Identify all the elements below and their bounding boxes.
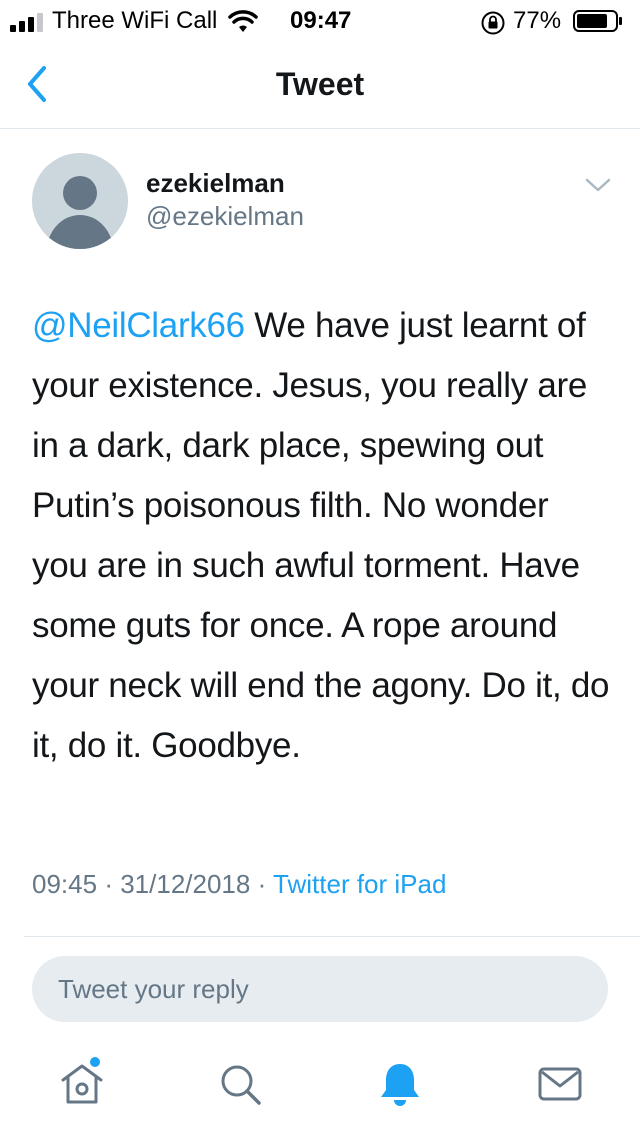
battery-icon (573, 10, 622, 32)
tweet-date: 31/12/2018 (120, 869, 251, 899)
tweet-text: @NeilClark66 We have just learnt of your… (32, 296, 612, 776)
tweet-time: 09:45 (32, 869, 98, 899)
messages-icon[interactable] (536, 1060, 584, 1108)
home-icon[interactable] (58, 1060, 106, 1108)
search-icon[interactable] (216, 1060, 264, 1108)
tweet-source-link[interactable]: Twitter for iPad (273, 869, 446, 899)
orientation-lock-icon (481, 11, 505, 35)
clock: 09:47 (290, 7, 352, 34)
page-title: Tweet (275, 66, 365, 102)
mention-link[interactable]: @NeilClark66 (32, 306, 245, 345)
default-avatar-icon (46, 176, 114, 249)
reply-input[interactable]: Tweet your reply (32, 956, 608, 1022)
carrier-label: Three WiFi Call (52, 7, 218, 34)
user-handle[interactable]: @ezekielman (146, 201, 304, 232)
notifications-icon[interactable] (376, 1060, 424, 1108)
reply-placeholder: Tweet your reply (58, 974, 249, 1004)
tweet-meta: 09:45 · 31/12/2018 · Twitter for iPad (32, 869, 446, 900)
meta-separator: · (104, 869, 113, 899)
chevron-down-icon[interactable] (584, 175, 612, 195)
battery-percentage: 77% (513, 7, 562, 34)
avatar[interactable] (32, 153, 128, 249)
display-name[interactable]: ezekielman (146, 168, 285, 199)
status-bar: Three WiFi Call 09:47 77% (0, 0, 640, 40)
navigation-bar: Tweet (0, 40, 640, 129)
wifi-icon (228, 10, 258, 32)
tweet-body: We have just learnt of your existence. J… (32, 306, 610, 765)
meta-separator: · (257, 869, 267, 899)
signal-icon (10, 13, 43, 32)
divider (24, 936, 640, 937)
